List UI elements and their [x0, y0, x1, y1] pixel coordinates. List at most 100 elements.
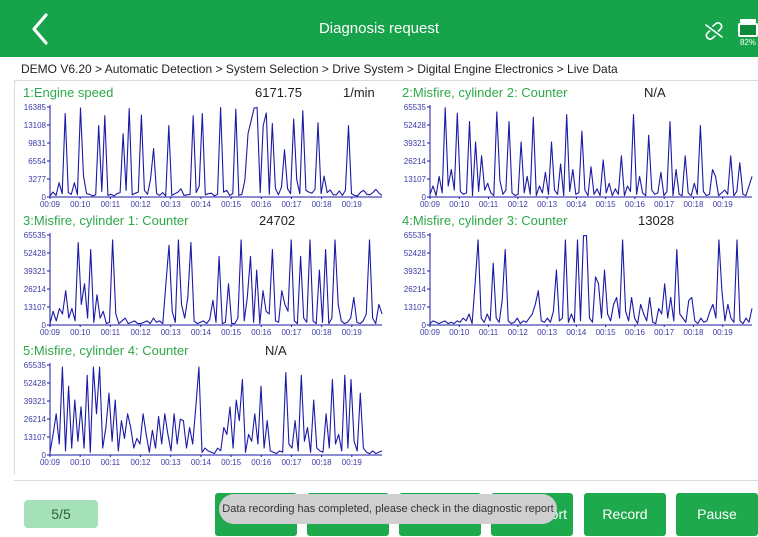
x-tick-label: 00:12 — [131, 328, 152, 337]
panel-name: 5:Misfire, cylinder 4: Counter — [23, 343, 189, 358]
y-tick-label: 52428 — [24, 379, 47, 388]
y-tick-label: 26214 — [24, 415, 47, 424]
panel-name: 4:Misfire, cylinder 3: Counter — [402, 213, 568, 228]
breadcrumb-item[interactable]: Digital Engine Electronics — [407, 62, 553, 76]
y-tick-label: 26214 — [404, 157, 427, 166]
x-tick-label: 00:09 — [420, 200, 441, 209]
y-tick-label: 52428 — [24, 249, 47, 258]
y-tick-label: 13107 — [404, 175, 427, 184]
x-tick-label: 00:12 — [131, 458, 152, 467]
panel-value: 24702 — [259, 213, 296, 228]
series-line — [49, 366, 383, 455]
x-tick-label: 00:15 — [221, 458, 242, 467]
x-tick-label: 00:11 — [479, 328, 499, 337]
panel-name: 2:Misfire, cylinder 2: Counter — [402, 85, 568, 100]
title-bar: Diagnosis request 82% — [0, 0, 758, 57]
x-tick-label: 00:14 — [566, 200, 587, 209]
x-tick-label: 00:13 — [161, 328, 182, 337]
y-tick-label: 39321 — [404, 139, 427, 148]
panel-heading: 1:Engine speed 6171.75 1/min — [23, 85, 383, 101]
x-tick-label: 00:13 — [537, 200, 558, 209]
x-tick-label: 00:16 — [625, 328, 646, 337]
cylinder-2-chart: 0131072621439321524286553500:09 00:10 00:1… — [404, 103, 753, 209]
x-tick-label: 00:19 — [342, 200, 363, 209]
panel-name: 1:Engine speed — [23, 85, 114, 100]
series-line — [429, 107, 753, 197]
x-tick-label: 00:18 — [683, 200, 704, 209]
breadcrumb-item[interactable]: System Selection — [215, 62, 318, 76]
y-tick-label: 26214 — [24, 285, 47, 294]
x-tick-label: 00:09 — [40, 328, 61, 337]
y-tick-label: 65535 — [24, 231, 47, 240]
y-tick-label: 13108 — [24, 121, 47, 130]
content-border — [14, 80, 15, 475]
panel-value: 13028 — [638, 213, 675, 228]
x-tick-label: 00:18 — [312, 328, 333, 337]
panel-name: 3:Misfire, cylinder 1: Counter — [23, 213, 189, 228]
panel-heading: 3:Misfire, cylinder 1: Counter 24702 — [23, 213, 383, 229]
x-tick-label: 00:13 — [537, 328, 558, 337]
breadcrumb: DEMO V6.20 Automatic Detection System Se… — [21, 62, 618, 76]
x-tick-label: 00:12 — [508, 200, 529, 209]
x-tick-label: 00:19 — [713, 200, 734, 209]
x-tick-label: 00:11 — [101, 328, 121, 337]
y-tick-label: 65535 — [404, 103, 427, 112]
panel-heading: 5:Misfire, cylinder 4: Counter N/A — [23, 343, 383, 359]
panel-heading: 4:Misfire, cylinder 3: Counter 13028 — [402, 213, 758, 229]
y-tick-label: 6554 — [28, 157, 46, 166]
x-tick-label: 00:16 — [251, 200, 272, 209]
x-tick-label: 00:17 — [281, 200, 302, 209]
y-tick-label: 39321 — [404, 267, 427, 276]
x-tick-label: 00:19 — [342, 458, 363, 467]
x-tick-label: 00:15 — [221, 328, 242, 337]
cylinder-4-chart: 0131072621439321524286553500:09 00:10 00:1… — [24, 361, 383, 467]
pause-button[interactable]: Pause — [676, 493, 758, 536]
x-tick-label: 00:10 — [449, 200, 470, 209]
x-tick-label: 00:19 — [342, 328, 363, 337]
cylinder-3-chart: 0131072621439321524286553500:09 00:10 00:1… — [404, 231, 753, 337]
x-tick-label: 00:14 — [191, 458, 212, 467]
x-tick-label: 00:18 — [683, 328, 704, 337]
x-tick-label: 00:19 — [713, 328, 734, 337]
x-tick-label: 00:17 — [281, 328, 302, 337]
x-tick-label: 00:16 — [251, 328, 272, 337]
x-tick-label: 00:17 — [654, 328, 675, 337]
y-tick-label: 9831 — [28, 139, 46, 148]
series-line — [429, 235, 753, 325]
x-tick-label: 00:13 — [161, 200, 182, 209]
y-tick-label: 39321 — [24, 397, 47, 406]
x-tick-label: 00:09 — [40, 200, 61, 209]
panel-heading: 2:Misfire, cylinder 2: Counter N/A — [402, 85, 758, 101]
breadcrumb-item[interactable]: Automatic Detection — [95, 62, 212, 76]
x-tick-label: 00:09 — [420, 328, 441, 337]
page-title: Diagnosis request — [318, 20, 440, 37]
breadcrumb-item[interactable]: DEMO V6.20 — [21, 62, 92, 76]
record-button[interactable]: Record — [584, 493, 666, 536]
x-tick-label: 00:11 — [479, 200, 499, 209]
x-tick-label: 00:16 — [625, 200, 646, 209]
cylinder-1-chart: 0131072621439321524286553500:09 00:10 00:1… — [24, 231, 383, 337]
y-tick-label: 52428 — [404, 121, 427, 130]
panel-unit: 1/min — [343, 85, 375, 100]
x-tick-label: 00:11 — [101, 458, 121, 467]
x-tick-label: 00:14 — [191, 328, 212, 337]
x-tick-label: 00:10 — [70, 200, 91, 209]
x-tick-label: 00:15 — [596, 328, 617, 337]
y-tick-label: 13107 — [404, 303, 427, 312]
x-tick-label: 00:18 — [312, 458, 333, 467]
x-tick-label: 00:09 — [40, 458, 61, 467]
y-tick-label: 65535 — [404, 231, 427, 240]
x-tick-label: 00:10 — [70, 328, 91, 337]
x-tick-label: 00:10 — [70, 458, 91, 467]
x-tick-label: 00:11 — [101, 200, 121, 209]
panel-value: 6171.75 — [255, 85, 302, 100]
x-tick-label: 00:12 — [508, 328, 529, 337]
x-tick-label: 00:13 — [161, 458, 182, 467]
y-tick-label: 16385 — [24, 103, 47, 112]
series-line — [49, 106, 383, 197]
toast-message: Data recording has completed, please che… — [219, 494, 557, 524]
x-tick-label: 00:15 — [221, 200, 242, 209]
divider — [14, 80, 758, 81]
x-tick-label: 00:18 — [312, 200, 333, 209]
breadcrumb-item[interactable]: Drive System — [322, 62, 404, 76]
